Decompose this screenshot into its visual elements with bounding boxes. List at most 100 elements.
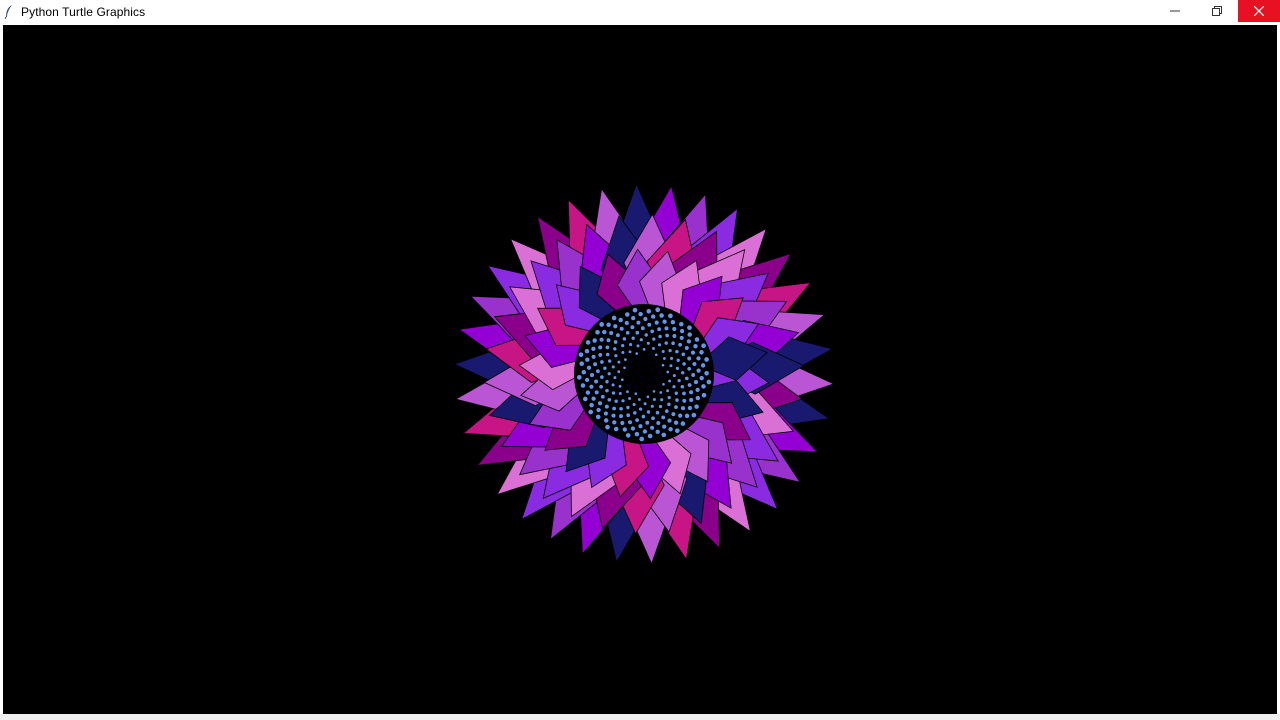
seed-dot — [701, 343, 706, 349]
seed-dot — [619, 414, 623, 419]
seed-dot — [643, 402, 647, 406]
seed-dot — [674, 405, 678, 409]
seed-dot — [599, 337, 604, 342]
seed-dot — [680, 371, 685, 375]
seed-dot — [636, 320, 641, 325]
close-button[interactable] — [1238, 0, 1280, 22]
seed-dot — [600, 360, 604, 364]
seed-dot — [653, 376, 656, 380]
seed-dot — [661, 432, 667, 438]
seed-dot — [693, 380, 699, 385]
seed-dot — [634, 392, 638, 396]
seed-dot — [675, 398, 679, 402]
minimize-button[interactable] — [1154, 0, 1196, 22]
seed-dot — [630, 426, 636, 431]
seed-dot — [652, 337, 656, 341]
seed-dot — [686, 339, 692, 344]
seed-dot — [700, 363, 706, 368]
seed-dot — [657, 327, 662, 332]
seed-dot — [652, 347, 655, 350]
seed-dot — [643, 316, 648, 322]
minimize-icon — [1170, 10, 1180, 12]
turtle-canvas[interactable] — [3, 25, 1277, 714]
seed-dot — [626, 405, 630, 410]
seed-dot — [639, 338, 643, 342]
seed-dot — [671, 412, 676, 417]
seed-dot — [695, 395, 701, 401]
seed-dot — [661, 415, 666, 420]
seed-dot — [585, 340, 591, 345]
seed-dot — [638, 311, 643, 317]
seed-dot — [613, 426, 619, 432]
seed-dot — [679, 321, 684, 327]
seed-dot — [682, 391, 686, 396]
seed-dot — [585, 390, 591, 395]
seed-dot — [666, 370, 670, 374]
seed-dot — [589, 373, 595, 378]
seed-dot — [681, 352, 686, 357]
seed-dot — [625, 433, 631, 438]
seed-dot — [673, 420, 679, 425]
seed-dot — [643, 367, 646, 370]
seed-dot — [672, 374, 676, 378]
seed-dot — [682, 398, 687, 403]
seed-dot — [618, 384, 622, 388]
seed-dot — [680, 421, 686, 426]
seed-dot — [691, 412, 697, 418]
seed-dot — [611, 413, 616, 418]
seed-dot — [631, 358, 634, 362]
window-controls — [1154, 0, 1280, 22]
seed-dot — [622, 337, 627, 341]
seed-dot — [666, 389, 670, 393]
seed-dot — [687, 356, 692, 361]
seed-dot — [611, 383, 615, 387]
seed-dot — [619, 407, 623, 411]
seed-dot — [612, 406, 616, 411]
seed-dot — [668, 348, 672, 353]
seed-dot — [654, 320, 659, 325]
seed-dot — [607, 397, 612, 402]
seed-dot — [675, 349, 679, 354]
seed-dot — [687, 405, 693, 411]
seed-dot — [674, 391, 678, 395]
seed-dot — [646, 309, 652, 314]
seed-dot — [628, 350, 632, 354]
seed-dot — [632, 307, 638, 313]
seed-dot — [646, 385, 650, 389]
seed-dot — [687, 332, 692, 337]
title-bar[interactable]: Python Turtle Graphics — [0, 0, 1280, 24]
seed-dot — [596, 407, 601, 413]
seed-dot — [599, 384, 603, 389]
seed-dot — [675, 366, 680, 371]
seed-dot — [680, 406, 686, 411]
seed-dot — [612, 420, 617, 425]
seed-dot — [669, 364, 673, 368]
seed-dot — [662, 424, 667, 429]
seed-dot — [651, 416, 655, 421]
seed-dot — [631, 315, 636, 321]
seed-dot — [640, 357, 644, 360]
seed-dot — [634, 431, 640, 437]
seed-dot — [652, 398, 656, 401]
seed-dot — [630, 365, 633, 369]
seed-dot — [591, 354, 596, 359]
seed-dot — [605, 388, 609, 393]
seed-dot — [637, 363, 641, 366]
seed-dot — [701, 392, 707, 398]
seed-dot — [605, 424, 610, 430]
restore-button[interactable] — [1196, 0, 1238, 22]
seed-dot — [659, 391, 663, 394]
seed-dot — [602, 329, 607, 335]
seed-dot — [660, 398, 664, 402]
seed-dot — [603, 411, 609, 416]
seed-dot — [588, 409, 594, 415]
seed-dot — [604, 404, 609, 409]
seed-dot — [599, 322, 605, 327]
seed-dot — [662, 357, 666, 360]
seed-dot — [695, 387, 700, 393]
seed-dot — [626, 383, 630, 387]
seed-dot — [617, 360, 621, 364]
seed-dot — [620, 378, 624, 382]
seed-dot — [672, 385, 676, 389]
seed-dot — [699, 375, 704, 381]
